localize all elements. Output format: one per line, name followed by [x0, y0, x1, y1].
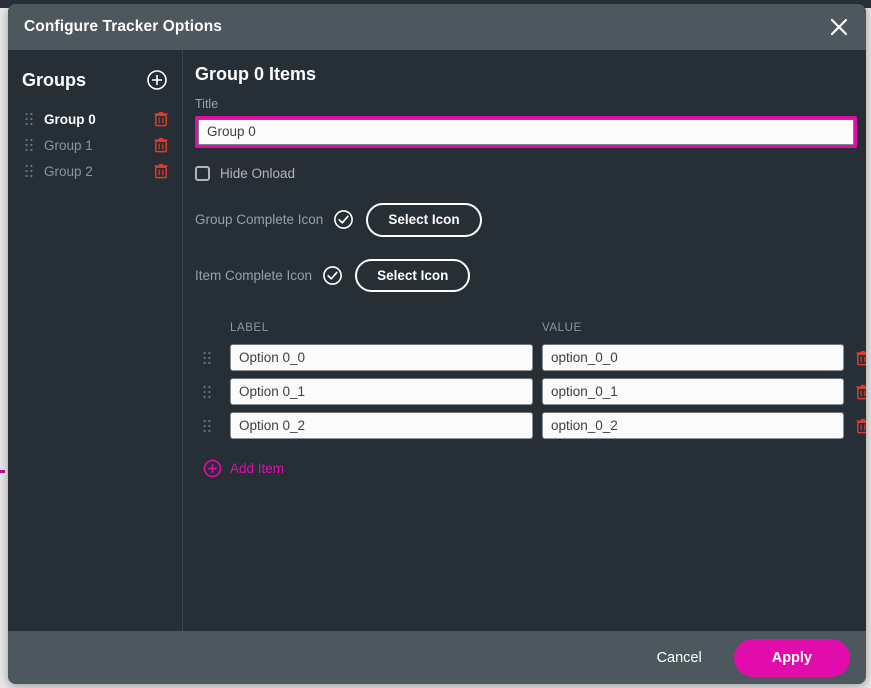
- dialog-footer: Cancel Apply: [8, 631, 866, 684]
- table-row: [203, 412, 848, 439]
- group-list-item-label: Group 0: [44, 112, 154, 127]
- dialog-body: Groups: [8, 50, 866, 631]
- groups-panel: Groups: [8, 50, 183, 631]
- items-table-header: LABEL VALUE: [203, 318, 848, 338]
- delete-group-button[interactable]: [154, 163, 168, 179]
- group-list-item-label: Group 1: [44, 138, 154, 153]
- item-value-input[interactable]: [542, 344, 844, 371]
- table-cell-value: [542, 412, 844, 439]
- column-header-value: VALUE: [542, 322, 848, 334]
- group-list-item[interactable]: Group 2: [8, 158, 182, 184]
- hide-onload-label: Hide Onload: [220, 166, 295, 181]
- delete-item-button[interactable]: [853, 350, 866, 366]
- dialog-header: Configure Tracker Options: [8, 4, 866, 50]
- table-row: [203, 378, 848, 405]
- delete-item-button[interactable]: [853, 418, 866, 434]
- drag-handle-icon[interactable]: [22, 164, 36, 178]
- item-label-input[interactable]: [230, 412, 533, 439]
- group-list-item[interactable]: Group 1: [8, 132, 182, 158]
- check-circle-icon: [333, 209, 354, 230]
- groups-header: Groups: [8, 64, 182, 96]
- check-circle-icon: [322, 265, 343, 286]
- group-complete-icon-label: Group Complete Icon: [195, 212, 323, 227]
- delete-group-button[interactable]: [154, 137, 168, 153]
- delete-group-button[interactable]: [154, 111, 168, 127]
- delete-item-button[interactable]: [853, 384, 866, 400]
- drag-handle-icon[interactable]: [203, 385, 230, 399]
- drag-handle-icon[interactable]: [203, 419, 230, 433]
- group-complete-icon-row: Group Complete Icon Select Icon: [195, 203, 848, 237]
- select-group-complete-icon-button[interactable]: Select Icon: [366, 203, 481, 237]
- drag-handle-icon[interactable]: [22, 138, 36, 152]
- drag-handle-icon[interactable]: [22, 112, 36, 126]
- title-field-label: Title: [195, 97, 848, 111]
- add-item-button[interactable]: Add Item: [203, 459, 284, 478]
- item-complete-icon-row: Item Complete Icon Select Icon: [195, 259, 848, 293]
- items-panel-heading: Group 0 Items: [195, 64, 848, 85]
- add-group-button[interactable]: [146, 69, 168, 91]
- select-item-complete-icon-button[interactable]: Select Icon: [355, 259, 470, 293]
- table-cell-label: [230, 344, 533, 371]
- items-table: LABEL VALUE: [195, 318, 848, 478]
- item-complete-icon-label: Item Complete Icon: [195, 268, 312, 283]
- title-input[interactable]: [198, 119, 854, 145]
- plus-circle-icon: [203, 459, 222, 478]
- hide-onload-checkbox-row[interactable]: Hide Onload: [195, 166, 848, 181]
- item-label-input[interactable]: [230, 378, 533, 405]
- page-root: Configure Tracker Options Groups: [0, 0, 871, 688]
- item-label-input[interactable]: [230, 344, 533, 371]
- group-list-item-label: Group 2: [44, 164, 154, 179]
- drag-handle-icon[interactable]: [203, 351, 230, 365]
- title-field-focus-ring: [195, 116, 857, 148]
- cancel-button[interactable]: Cancel: [647, 642, 712, 674]
- table-cell-label: [230, 412, 533, 439]
- dialog-title: Configure Tracker Options: [24, 18, 222, 36]
- page-edge-marker: [0, 470, 5, 473]
- table-cell-label: [230, 378, 533, 405]
- configure-tracker-options-dialog: Configure Tracker Options Groups: [8, 4, 866, 684]
- groups-heading: Groups: [22, 70, 86, 91]
- close-icon[interactable]: [824, 12, 854, 42]
- add-item-label: Add Item: [230, 461, 284, 476]
- item-value-input[interactable]: [542, 412, 844, 439]
- items-panel: Group 0 Items Title Hide Onload Group Co…: [183, 50, 866, 631]
- item-value-input[interactable]: [542, 378, 844, 405]
- table-cell-value: [542, 344, 844, 371]
- table-row: [203, 344, 848, 371]
- group-list-item[interactable]: Group 0: [8, 106, 182, 132]
- hide-onload-checkbox[interactable]: [195, 166, 210, 181]
- table-cell-value: [542, 378, 844, 405]
- apply-button[interactable]: Apply: [734, 639, 850, 677]
- column-header-label: LABEL: [230, 322, 542, 334]
- groups-list: Group 0: [8, 106, 182, 184]
